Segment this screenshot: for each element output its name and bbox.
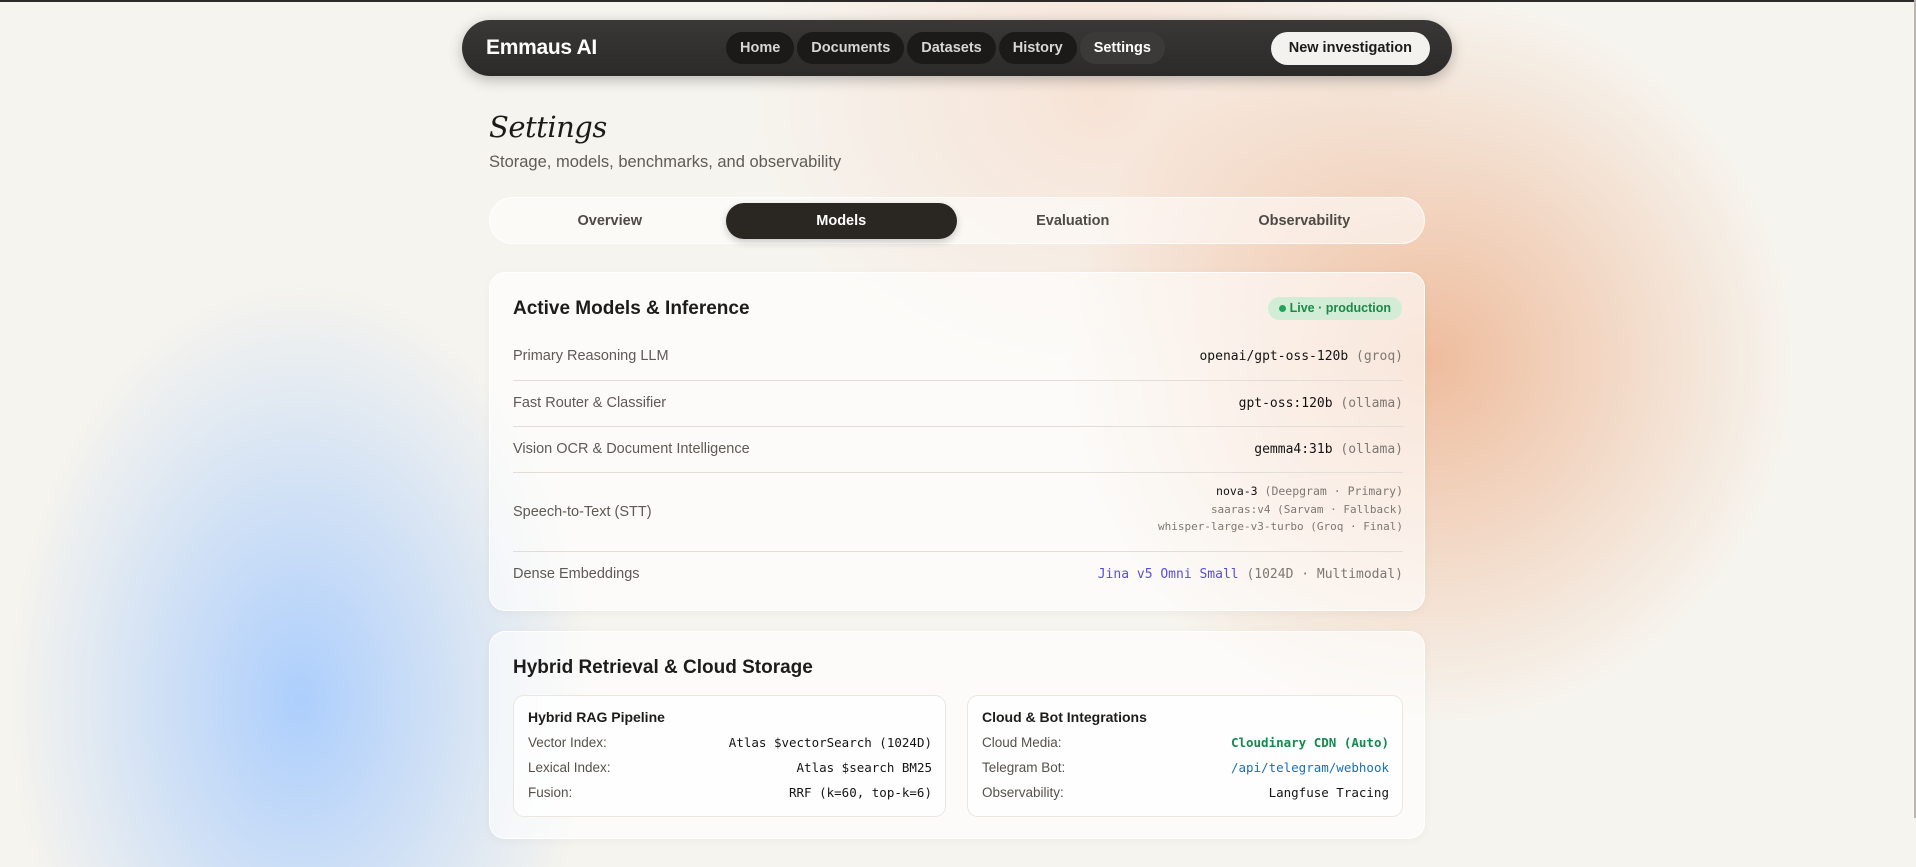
new-investigation-button[interactable]: New investigation [1270, 32, 1430, 65]
hybrid-retrieval-card: Hybrid Retrieval & Cloud Storage Hybrid … [489, 631, 1425, 839]
window-top-border [0, 0, 1916, 2]
model-provider: (1024D · Multimodal) [1238, 567, 1403, 582]
page-title: Settings [489, 110, 607, 144]
model-row: Fast Router & Classifier gpt-oss:120b (o… [513, 381, 1403, 427]
card-title: Active Models & Inference [513, 298, 750, 319]
stt-model-list: nova-3 (Deepgram · Primary) saaras:v4 (S… [1158, 483, 1403, 536]
live-dot-icon [1278, 305, 1286, 312]
nav-history[interactable]: History [998, 32, 1077, 64]
rag-pipeline-panel: Hybrid RAG Pipeline Vector Index: Atlas … [513, 695, 946, 817]
tab-evaluation[interactable]: Evaluation [957, 203, 1189, 239]
kv-value: RRF (k=60, top-k=6) [789, 785, 932, 800]
model-row: Vision OCR & Document Intelligence gemma… [513, 427, 1403, 473]
model-name: gemma4:31b [1254, 442, 1333, 457]
telegram-webhook-link[interactable]: /api/telegram/webhook [1231, 760, 1389, 775]
model-provider: (ollama) [1332, 396, 1403, 411]
brand-logo[interactable]: Emmaus AI [486, 20, 597, 76]
model-row-value: Jina v5 Omni Small (1024D · Multimodal) [1098, 567, 1403, 582]
panel-title: Hybrid RAG Pipeline [528, 709, 665, 725]
kv-key: Fusion: [528, 785, 573, 800]
status-badge: Live · production [1267, 297, 1402, 320]
kv-row: Vector Index: Atlas $vectorSearch (1024D… [528, 735, 932, 753]
model-row-label: Primary Reasoning LLM [513, 348, 669, 364]
kv-row: Cloud Media: Cloudinary CDN (Auto) [982, 735, 1389, 753]
stt-model-fallback: saaras:v4 (Sarvam · Fallback) [1210, 502, 1403, 516]
kv-value: Atlas $vectorSearch (1024D) [728, 735, 932, 750]
kv-value: Cloudinary CDN (Auto) [1230, 735, 1389, 750]
card-title: Hybrid Retrieval & Cloud Storage [513, 657, 813, 678]
kv-key: Lexical Index: [528, 760, 611, 775]
cloud-integrations-panel: Cloud & Bot Integrations Cloud Media: Cl… [967, 695, 1403, 817]
model-row: Speech-to-Text (STT) nova-3 (Deepgram · … [513, 473, 1403, 552]
kv-key: Cloud Media: [982, 735, 1062, 750]
stt-model-final: whisper-large-v3-turbo (Groq · Final) [1157, 520, 1403, 533]
nav-documents[interactable]: Documents [797, 32, 905, 64]
top-navbar: Emmaus AI Home Documents Datasets Histor… [462, 20, 1452, 76]
stt-model-primary: nova-3 (Deepgram · Primary) [1216, 484, 1403, 498]
settings-tabs: Overview Models Evaluation Observability [489, 197, 1425, 244]
kv-row: Lexical Index: Atlas $search BM25 [528, 760, 932, 778]
active-models-card: Active Models & Inference Live · product… [489, 272, 1425, 611]
embedding-model-link[interactable]: Jina v5 Omni Small [1098, 567, 1239, 582]
nav-settings[interactable]: Settings [1079, 32, 1165, 64]
model-row-label: Fast Router & Classifier [513, 395, 667, 411]
model-row-value: gpt-oss:120b (ollama) [1239, 396, 1403, 411]
main-nav: Home Documents Datasets History Settings [726, 32, 1165, 64]
kv-value: Langfuse Tracing [1268, 785, 1389, 800]
panel-title: Cloud & Bot Integrations [982, 709, 1147, 725]
kv-key: Telegram Bot: [982, 760, 1066, 775]
kv-value: Atlas $search BM25 [796, 760, 932, 775]
model-provider: (ollama) [1332, 442, 1403, 457]
model-row-label: Vision OCR & Document Intelligence [513, 441, 750, 457]
nav-home[interactable]: Home [726, 32, 795, 64]
kv-row: Observability: Langfuse Tracing [982, 785, 1389, 803]
tab-observability[interactable]: Observability [1189, 203, 1421, 239]
tab-models[interactable]: Models [725, 203, 957, 239]
kv-row: Telegram Bot: /api/telegram/webhook [982, 760, 1389, 778]
kv-key: Observability: [982, 785, 1064, 800]
model-provider: (groq) [1348, 349, 1403, 364]
page-subtitle: Storage, models, benchmarks, and observa… [489, 153, 842, 171]
model-row: Primary Reasoning LLM openai/gpt-oss-120… [513, 335, 1403, 381]
nav-datasets[interactable]: Datasets [907, 32, 996, 64]
kv-row: Fusion: RRF (k=60, top-k=6) [528, 785, 932, 803]
status-badge-label: Live · production [1289, 301, 1391, 315]
model-row-label: Dense Embeddings [513, 566, 640, 582]
kv-key: Vector Index: [528, 735, 607, 750]
model-name: gpt-oss:120b [1238, 396, 1333, 411]
tab-overview[interactable]: Overview [494, 203, 726, 239]
model-name: openai/gpt-oss-120b [1199, 349, 1349, 364]
model-row-value: openai/gpt-oss-120b (groq) [1199, 349, 1403, 364]
model-row-value: gemma4:31b (ollama) [1254, 442, 1403, 457]
model-row-label: Speech-to-Text (STT) [513, 504, 652, 520]
model-row: Dense Embeddings Jina v5 Omni Small (102… [513, 552, 1403, 598]
